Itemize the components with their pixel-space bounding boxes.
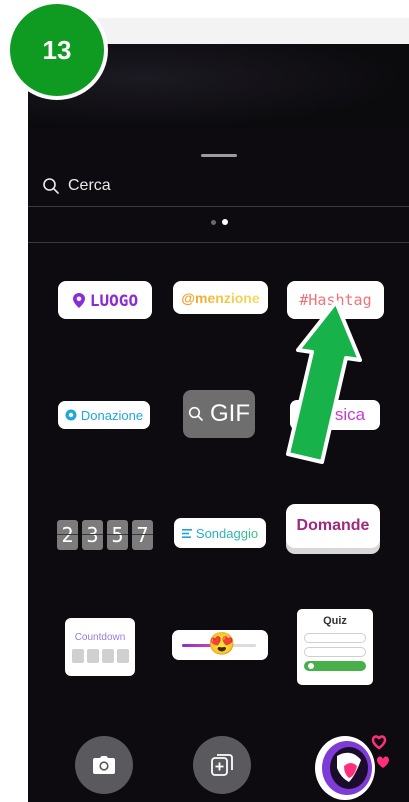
location-sticker[interactable]: LUOGO: [58, 281, 152, 319]
questions-label: Domande: [296, 517, 370, 534]
quiz-label: Quiz: [323, 615, 347, 627]
page-dot-2[interactable]: [221, 219, 228, 225]
mention-label: @menzione: [181, 289, 260, 306]
donation-sticker[interactable]: Donazione: [58, 401, 150, 429]
gif-sticker[interactable]: GIF: [183, 390, 255, 438]
location-pin-icon: [72, 292, 85, 308]
camera-button[interactable]: [75, 736, 133, 794]
page-indicator: [210, 219, 228, 225]
search-bar[interactable]: Cerca: [42, 174, 111, 198]
gif-label: GIF: [210, 400, 250, 427]
countdown-box: [116, 648, 129, 663]
poll-lines-icon: [181, 528, 192, 538]
clock-digit: 7: [132, 520, 153, 550]
avatar-sticker[interactable]: [311, 726, 391, 802]
add-media-button[interactable]: [193, 736, 251, 794]
emoji-slider-sticker[interactable]: 😍: [172, 630, 268, 660]
step-number-badge: 13: [6, 0, 108, 100]
quiz-sticker[interactable]: Quiz: [297, 609, 373, 685]
mention-sticker[interactable]: @menzione: [173, 281, 268, 314]
countdown-sticker[interactable]: Countdown: [65, 618, 135, 676]
pointer-arrow-icon: [286, 300, 362, 464]
camera-icon: [93, 756, 115, 774]
quiz-option-correct: [304, 661, 366, 671]
search-label: Cerca: [68, 177, 111, 194]
divider-bottom: [28, 242, 409, 243]
countdown-boxes: [71, 648, 129, 663]
heart-eyes-emoji-icon: 😍: [208, 631, 236, 656]
page-dot-1[interactable]: [210, 219, 216, 225]
step-number: 13: [42, 34, 72, 65]
search-icon: [188, 406, 203, 421]
divider-top: [28, 206, 409, 207]
location-label: LUOGO: [89, 290, 139, 310]
countdown-box: [86, 648, 99, 663]
countdown-clock-sticker[interactable]: 2 3 5 7: [56, 520, 154, 550]
drag-handle[interactable]: [200, 154, 237, 157]
quiz-option: [304, 633, 366, 643]
clock-digit: 3: [82, 520, 103, 550]
poll-sticker[interactable]: Sondaggio: [174, 518, 266, 548]
sticker-tray: Cerca: [28, 130, 409, 802]
clock-digit: 5: [107, 520, 128, 550]
quiz-option: [304, 647, 366, 657]
search-icon: [43, 178, 59, 194]
questions-sticker[interactable]: Domande: [286, 504, 380, 548]
poll-label: Sondaggio: [195, 525, 259, 541]
countdown-box: [71, 648, 84, 663]
donation-label: Donazione: [80, 407, 144, 423]
countdown-box: [101, 648, 114, 663]
clock-digit: 2: [57, 520, 78, 550]
add-media-icon: [211, 754, 233, 776]
donation-icon: [65, 409, 77, 421]
countdown-label: Countdown: [74, 631, 126, 643]
